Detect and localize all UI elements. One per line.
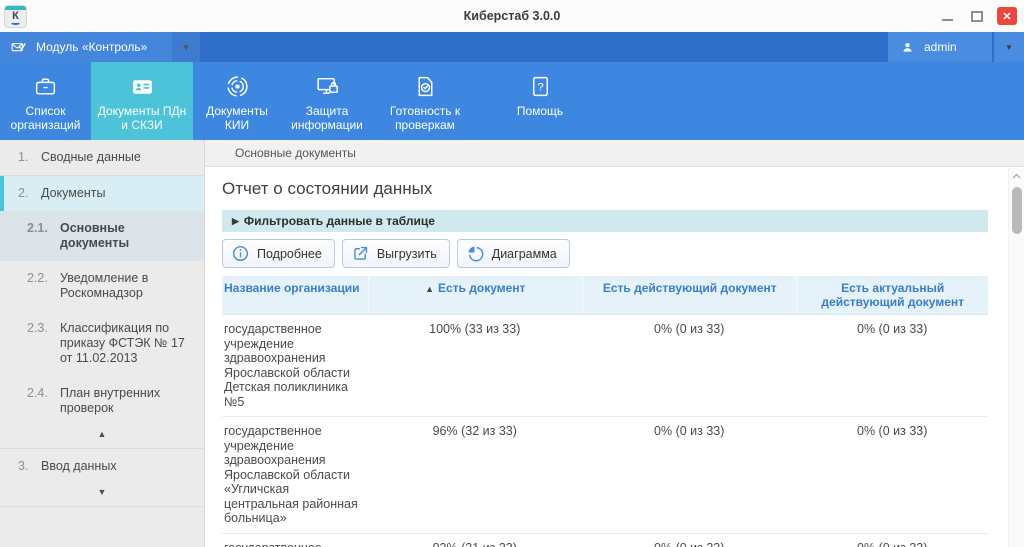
svg-text:?: ?: [537, 81, 543, 93]
report-table: Название организации ▲ Есть документ Ест…: [222, 276, 988, 547]
nav-item-kii-documents[interactable]: Документы КИИ: [193, 62, 281, 140]
nav-item-info-protection[interactable]: Защита информации: [281, 62, 373, 140]
sidebar-item-documents[interactable]: 2. Документы: [0, 176, 204, 211]
user-menu[interactable]: admin: [888, 32, 992, 62]
has-actual-valid-document-cell: 0% (0 из 33): [796, 315, 988, 416]
sidebar: 1. Сводные данные 2. Документы 2.1. Осно…: [0, 140, 205, 547]
table-header-row: Название организации ▲ Есть документ Ест…: [222, 276, 988, 315]
document-check-icon: [413, 74, 438, 99]
table-row[interactable]: государственное учреждение здравоохранен…: [222, 417, 988, 534]
sort-asc-icon: ▲: [425, 282, 434, 296]
has-valid-document-cell: 0% (0 из 33): [582, 534, 796, 547]
sidebar-item-summary[interactable]: 1. Сводные данные: [0, 140, 204, 175]
sidebar-item-fstek-classification[interactable]: 2.3. Классификация по приказу ФСТЭК № 17…: [0, 311, 204, 376]
main-content: Основные документы Отчет о состоянии дан…: [205, 140, 1024, 547]
column-header-has-actual-valid-document[interactable]: Есть актуальный действующий документ: [796, 276, 988, 314]
module-label: Модуль «Контроль»: [36, 40, 147, 54]
sidebar-item-data-entry[interactable]: 3. Ввод данных: [0, 449, 204, 484]
page-title: Отчет о состоянии данных: [222, 179, 988, 199]
org-name-cell: государственное учреждение здравоохранен…: [222, 417, 368, 533]
scrollbar-up-icon[interactable]: [1009, 168, 1024, 184]
nav-ribbon: Список организаций Документы ПДн и СКЗИ …: [0, 62, 1024, 140]
monitor-lock-icon: [315, 74, 340, 99]
close-button[interactable]: ✕: [997, 7, 1017, 25]
has-document-cell: 96% (32 из 33): [368, 417, 582, 533]
sidebar-item-main-documents[interactable]: 2.1. Основные документы: [0, 211, 204, 261]
module-selector[interactable]: Модуль «Контроль»: [0, 32, 172, 62]
pie-chart-icon: [466, 244, 485, 263]
briefcase-icon: [33, 74, 58, 99]
nav-item-pdn-documents[interactable]: Документы ПДн и СКЗИ: [91, 62, 193, 140]
header-bar: Модуль «Контроль» ▼ admin ▼: [0, 32, 1024, 62]
user-dropdown-arrow-icon[interactable]: ▼: [994, 32, 1024, 62]
window-title: Киберстаб 3.0.0: [0, 9, 1024, 23]
title-bar: К Киберстаб 3.0.0 ✕: [0, 0, 1024, 32]
org-name-cell: государственное учреждение здравоохранен…: [222, 315, 368, 416]
book-question-icon: ?: [528, 74, 553, 99]
sidebar-item-roskomnadzor-notice[interactable]: 2.2. Уведомление в Роскомнадзор: [0, 261, 204, 311]
table-row[interactable]: государственное учреждение здравоохранен…: [222, 534, 988, 547]
export-button[interactable]: Выгрузить: [342, 239, 450, 268]
nav-item-org-list[interactable]: Список организаций: [0, 62, 91, 140]
module-dropdown-arrow-icon[interactable]: ▼: [172, 32, 200, 62]
has-document-cell: 93% (31 из 33): [368, 534, 582, 547]
org-name-cell: государственное учреждение здравоохранен…: [222, 534, 368, 547]
column-header-has-document[interactable]: ▲ Есть документ: [368, 276, 582, 314]
username: admin: [924, 40, 957, 54]
sidebar-item-internal-audit-plan[interactable]: 2.4. План внутренних проверок: [0, 376, 204, 426]
radar-icon: [225, 74, 250, 99]
app-logo-icon: К: [4, 5, 27, 28]
filter-toggle[interactable]: ▶ Фильтровать данные в таблице: [222, 210, 988, 232]
has-actual-valid-document-cell: 0% (0 из 33): [796, 417, 988, 533]
export-icon: [351, 244, 370, 263]
vertical-scrollbar[interactable]: [1008, 168, 1024, 547]
table-row[interactable]: государственное учреждение здравоохранен…: [222, 315, 988, 417]
column-header-has-valid-document[interactable]: Есть действующий документ: [582, 276, 796, 314]
mail-check-icon: [10, 39, 27, 56]
id-card-icon: [130, 74, 155, 99]
has-valid-document-cell: 0% (0 из 33): [582, 315, 796, 416]
expand-arrow-icon: ▶: [232, 216, 239, 227]
scrollbar-thumb[interactable]: [1012, 187, 1022, 234]
user-icon: [900, 40, 915, 55]
sidebar-scroll-down-icon[interactable]: ▼: [0, 484, 204, 506]
nav-item-audit-readiness[interactable]: Готовность к проверкам: [373, 62, 477, 140]
column-header-org[interactable]: Название организации: [222, 276, 368, 314]
tab-main-documents[interactable]: Основные документы: [235, 146, 356, 160]
sidebar-scroll-up-icon[interactable]: ▲: [0, 426, 204, 448]
details-button[interactable]: Подробнее: [222, 239, 335, 268]
nav-item-help[interactable]: ? Помощь: [505, 62, 575, 140]
maximize-button[interactable]: [967, 7, 987, 25]
window-controls: ✕: [937, 7, 1024, 25]
app-window: К Киберстаб 3.0.0 ✕ Модуль «Контроль» ▼: [0, 0, 1024, 547]
has-actual-valid-document-cell: 0% (0 из 33): [796, 534, 988, 547]
chart-button[interactable]: Диаграмма: [457, 239, 570, 268]
has-document-cell: 100% (33 из 33): [368, 315, 582, 416]
has-valid-document-cell: 0% (0 из 33): [582, 417, 796, 533]
minimize-button[interactable]: [937, 7, 957, 25]
info-icon: [231, 244, 250, 263]
